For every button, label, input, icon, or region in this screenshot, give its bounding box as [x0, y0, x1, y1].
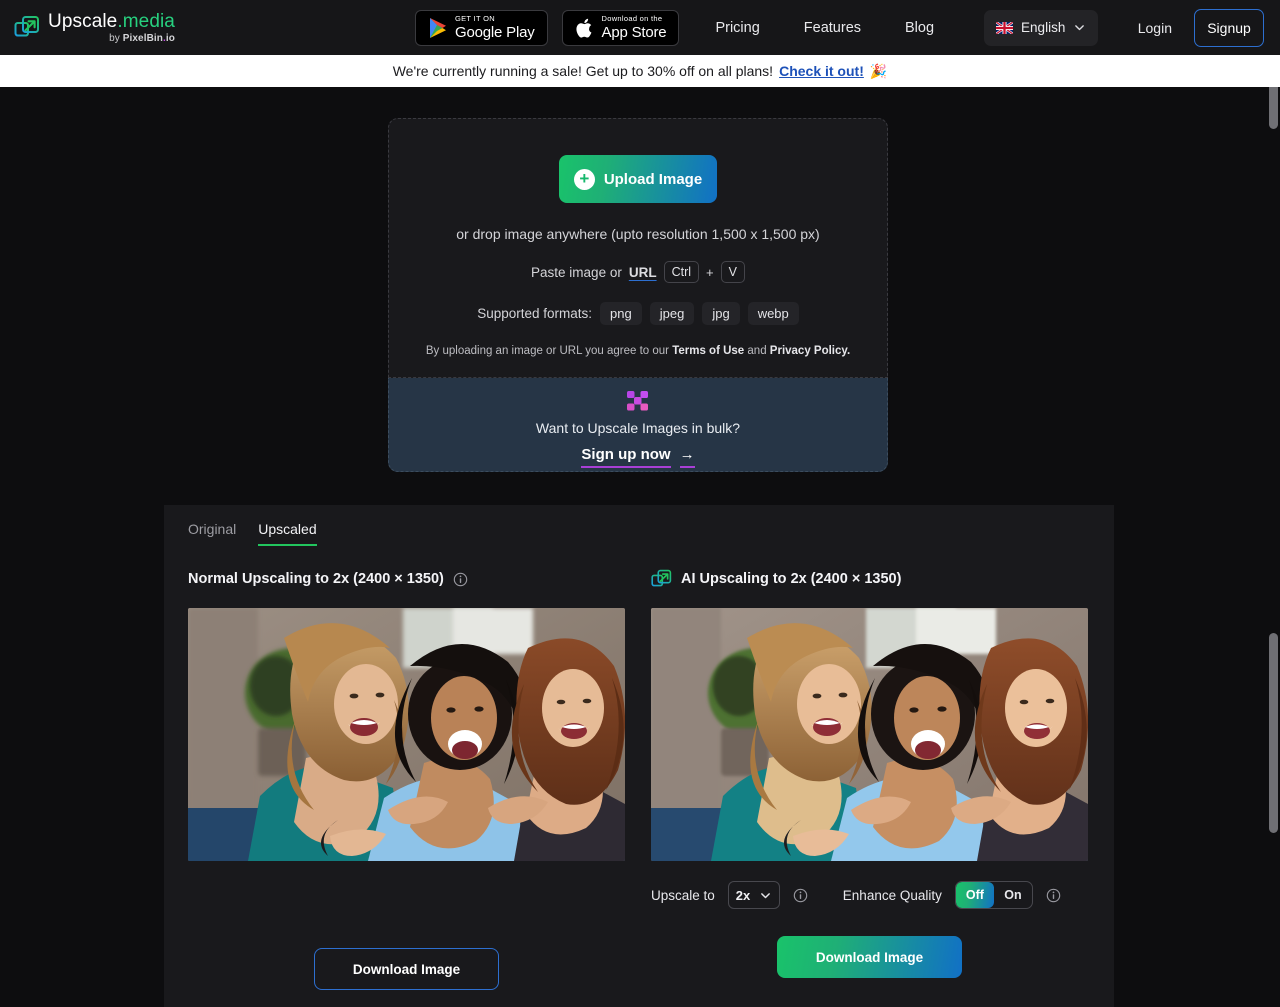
signup-button[interactable]: Signup: [1194, 8, 1264, 47]
party-popper-icon: 🎉: [869, 62, 888, 79]
google-play-icon: [430, 17, 446, 38]
photo-three-women-normal: [188, 608, 625, 861]
upload-image-label: Upload Image: [603, 170, 703, 188]
paste-prefix-label: Paste image or: [531, 264, 622, 280]
enhance-quality-off-option[interactable]: Off: [955, 882, 994, 908]
ai-download-row: Download Image: [651, 936, 1088, 978]
upscale-to-label: Upscale to: [651, 887, 715, 903]
scrollbar-thumb[interactable]: [1269, 633, 1278, 833]
tab-original[interactable]: Original: [188, 521, 236, 546]
download-ai-button[interactable]: Download Image: [777, 936, 962, 978]
bulk-grid-icon: [627, 391, 648, 411]
upscale-media-icon: [651, 569, 672, 586]
enhance-quality-on-option[interactable]: On: [994, 882, 1032, 908]
enhance-quality-label: Enhance Quality: [842, 887, 942, 903]
photo-three-women-ai: [651, 608, 1088, 861]
info-icon[interactable]: [453, 572, 468, 587]
download-normal-button[interactable]: Download Image: [314, 948, 499, 990]
format-chip-png: png: [600, 302, 642, 325]
comparison-columns: Normal Upscaling to 2x (2400 × 1350) Dow…: [164, 568, 1114, 990]
legal-prefix: By uploading an image or URL you agree t…: [425, 345, 673, 357]
paste-url-link[interactable]: URL: [629, 265, 657, 280]
brand-parent-tld: io: [165, 32, 175, 44]
paste-hint-row: Paste image or URL Ctrl + V: [531, 261, 745, 283]
upscale-media-icon: [14, 15, 39, 36]
info-icon[interactable]: [793, 888, 808, 903]
language-label: English: [1021, 20, 1066, 35]
normal-download-row: Download Image: [188, 948, 625, 990]
privacy-policy-link[interactable]: Privacy Policy.: [770, 345, 850, 357]
brand-name: Upscale.media: [48, 12, 175, 31]
normal-upscaled-image: [188, 608, 625, 861]
format-chip-jpeg: jpeg: [649, 302, 695, 325]
ai-controls-row: Upscale to 2x Enhance Quality Off On: [651, 880, 1088, 910]
brand-subtitle: by PixelBin.io: [109, 32, 175, 44]
key-ctrl: Ctrl: [663, 261, 700, 283]
upscale-factor-value: 2x: [735, 887, 751, 903]
ai-upscaling-header: AI Upscaling to 2x (2400 × 1350): [651, 568, 1088, 590]
bulk-signup-link[interactable]: Sign up now →: [581, 446, 695, 468]
login-link[interactable]: Login: [1116, 20, 1194, 36]
uk-flag-icon: [996, 21, 1014, 34]
app-store-label: App Store: [601, 23, 667, 41]
brand-name-main: Upscale: [48, 10, 118, 32]
upscale-factor-select[interactable]: 2x: [727, 881, 780, 909]
site-header: Upscale.media by PixelBin.io GET IT ON G…: [0, 0, 1280, 55]
ai-upscaled-image: [651, 608, 1088, 861]
chevron-down-icon: [760, 892, 770, 898]
results-tabs: Original Upscaled: [164, 505, 1114, 546]
results-panel: Original Upscaled Normal Upscaling to 2x…: [164, 505, 1114, 1007]
supported-formats-row: Supported formats: png jpeg jpg webp: [477, 302, 799, 325]
language-selector[interactable]: English: [984, 9, 1099, 46]
ai-upscaling-title: AI Upscaling to 2x (2400 × 1350): [681, 571, 902, 587]
terms-of-use-link[interactable]: Terms of Use: [672, 345, 744, 357]
apple-icon: [575, 18, 591, 38]
app-store-small-label: Download on the: [601, 14, 663, 24]
tab-upscaled[interactable]: Upscaled: [258, 521, 317, 546]
ai-upscaling-column: AI Upscaling to 2x (2400 × 1350) Upscale…: [651, 568, 1088, 990]
announcement-text: We're currently running a sale! Get up t…: [392, 63, 774, 79]
arrow-right-icon: →: [679, 446, 695, 468]
nav-link-blog[interactable]: Blog: [883, 20, 956, 36]
scrollbar-thumb-top[interactable]: [1269, 87, 1278, 129]
info-icon[interactable]: [1046, 888, 1061, 903]
bulk-question-text: Want to Upscale Images in bulk?: [535, 420, 741, 436]
brand-parent: PixelBin: [122, 32, 163, 44]
brand-by: by: [109, 32, 123, 44]
normal-upscaling-column: Normal Upscaling to 2x (2400 × 1350) Dow…: [188, 568, 625, 990]
header-nav-center: GET IT ON Google Play Download on the Ap…: [415, 0, 1099, 55]
nav-link-pricing[interactable]: Pricing: [693, 20, 781, 36]
google-play-button[interactable]: GET IT ON Google Play: [415, 9, 548, 46]
header-nav-right: Login Signup: [1116, 0, 1264, 55]
format-chip-jpg: jpg: [702, 302, 740, 325]
page-scrollbar[interactable]: [1266, 87, 1280, 1007]
legal-and: and: [744, 345, 770, 357]
upload-dropzone[interactable]: + Upload Image or drop image anywhere (u…: [388, 118, 888, 378]
page-body: + Upload Image or drop image anywhere (u…: [0, 87, 1280, 1007]
normal-upscaling-header: Normal Upscaling to 2x (2400 × 1350): [188, 568, 625, 590]
enhance-quality-toggle[interactable]: Off On: [954, 881, 1033, 909]
google-play-label: Google Play: [455, 23, 535, 41]
key-plus-separator: +: [706, 264, 714, 280]
bulk-upscale-banner: Want to Upscale Images in bulk? Sign up …: [388, 378, 888, 472]
app-store-button[interactable]: Download on the App Store: [561, 9, 680, 46]
plus-icon: +: [573, 168, 595, 190]
bulk-signup-label: Sign up now: [581, 446, 671, 468]
announcement-banner: We're currently running a sale! Get up t…: [0, 55, 1280, 87]
supported-formats-label: Supported formats:: [477, 306, 593, 321]
drop-hint-text: or drop image anywhere (upto resolution …: [456, 226, 820, 242]
normal-upscaling-title: Normal Upscaling to 2x (2400 × 1350): [188, 571, 444, 587]
legal-disclaimer: By uploading an image or URL you agree t…: [426, 345, 850, 357]
key-v: V: [720, 261, 745, 283]
brand-name-suffix: .media: [117, 10, 175, 32]
nav-link-features[interactable]: Features: [782, 20, 883, 36]
brand-logo[interactable]: Upscale.media by PixelBin.io: [14, 12, 175, 44]
google-play-small-label: GET IT ON: [455, 14, 495, 24]
announcement-link[interactable]: Check it out!: [779, 63, 864, 79]
chevron-down-icon: [1075, 25, 1085, 31]
upload-image-button[interactable]: + Upload Image: [559, 155, 717, 203]
format-chip-webp: webp: [747, 302, 799, 325]
